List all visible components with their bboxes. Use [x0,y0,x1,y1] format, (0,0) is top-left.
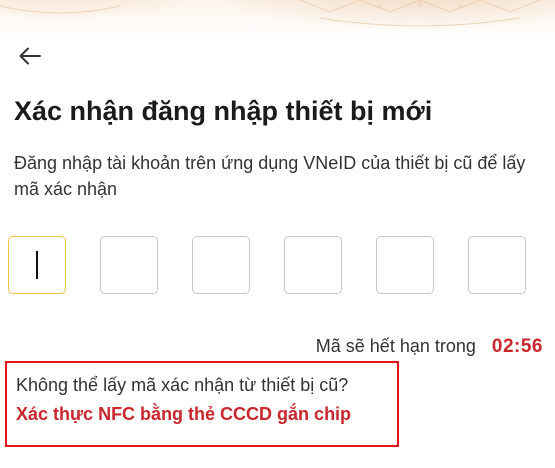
otp-input-group [8,236,526,294]
timer-countdown: 02:56 [491,336,543,357]
arrow-left-icon [19,47,41,65]
back-button[interactable] [14,42,46,70]
page-description: Đăng nhập tài khoản trên ứng dụng VNeID … [14,153,526,199]
text-cursor [36,251,38,279]
otp-digit-1[interactable] [8,236,66,294]
nfc-verify-link[interactable]: Xác thực NFC bằng thẻ CCCD gắn chip [16,404,351,425]
otp-digit-5[interactable] [376,236,434,294]
page-title: Xác nhận đăng nhập thiết bị mới [14,96,433,126]
otp-digit-2[interactable] [100,236,158,294]
expiry-timer: Mã sẽ hết hạn trong 02:56 [316,336,543,358]
header-decoration [0,0,555,40]
otp-digit-4[interactable] [284,236,342,294]
timer-label: Mã sẽ hết hạn trong [315,336,476,356]
drum-pattern-decoration [0,0,541,27]
nfc-question-text: Không thể lấy mã xác nhận từ thiết bị cũ… [16,375,349,395]
otp-digit-3[interactable] [192,236,250,294]
otp-digit-6[interactable] [468,236,526,294]
